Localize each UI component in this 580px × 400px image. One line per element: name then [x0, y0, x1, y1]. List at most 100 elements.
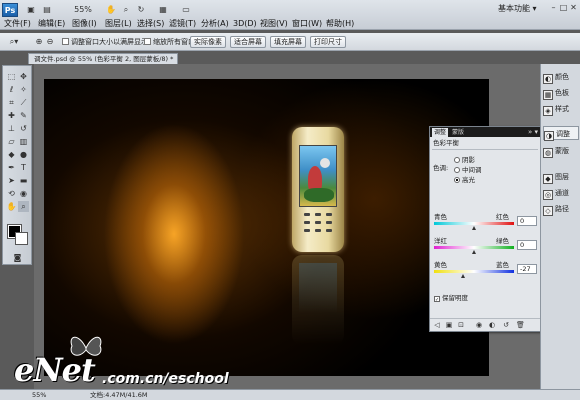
- crop-tool-icon[interactable]: ⌗: [6, 97, 17, 108]
- move-tool-icon[interactable]: ✥: [18, 71, 29, 82]
- tone-label: 色调:: [433, 164, 449, 172]
- eyedropper-icon[interactable]: ⟋: [18, 97, 29, 108]
- tab-masks[interactable]: 蒙版: [450, 128, 466, 137]
- zoom-out-icon[interactable]: ⊖: [45, 35, 55, 49]
- healing-brush-icon[interactable]: ✚: [6, 110, 17, 121]
- cyan-red-slider-thumb[interactable]: [472, 226, 476, 230]
- resize-windows-checkbox[interactable]: 调整窗口大小以满屏显示: [62, 37, 148, 47]
- path-selection-icon[interactable]: ➤: [6, 175, 17, 186]
- tone-highlights-radio[interactable]: 高光: [454, 176, 475, 185]
- marquee-tool-icon[interactable]: ⬚: [6, 71, 17, 82]
- dock-label: 图层: [555, 173, 569, 181]
- view-previous-state-icon[interactable]: ◐: [488, 321, 496, 329]
- menu-layer[interactable]: 图层(L): [105, 18, 132, 30]
- document-tab[interactable]: 调文件.psd @ 55% (色彩平衡 2, 图层蒙板/8) *: [28, 53, 178, 64]
- 3d-rotate-icon[interactable]: ⟲: [6, 188, 17, 199]
- magenta-green-slider-thumb[interactable]: [472, 250, 476, 254]
- zoom-all-windows-checkbox[interactable]: 缩放所有窗口: [144, 37, 195, 47]
- panel-collapse-icon[interactable]: » ▾: [528, 127, 538, 137]
- menu-3d[interactable]: 3D(D): [233, 18, 257, 30]
- dock-adjustments[interactable]: ◑ 调整: [543, 126, 579, 141]
- menu-help[interactable]: 帮助(H): [326, 18, 354, 30]
- screen-moon: [320, 158, 330, 168]
- zoom-in-icon[interactable]: ⊕: [34, 35, 44, 49]
- workspace-label: 基本功能: [498, 4, 530, 13]
- lasso-tool-icon[interactable]: ℓ: [6, 84, 17, 95]
- zoom-level-display[interactable]: 55%: [70, 3, 96, 17]
- dock-swatches[interactable]: ▦ 色板: [543, 86, 579, 100]
- tone-midtones-radio[interactable]: 中间调: [454, 166, 482, 175]
- dock-channels[interactable]: ◎ 通道: [543, 186, 579, 200]
- yellow-blue-slider-thumb[interactable]: [461, 274, 465, 278]
- pen-tool-icon[interactable]: ✒: [6, 162, 17, 173]
- background-color-swatch[interactable]: [15, 232, 28, 245]
- resize-windows-label: 调整窗口大小以满屏显示: [71, 38, 148, 46]
- dock-color[interactable]: ◐ 颜色: [543, 70, 579, 84]
- magenta-green-slider[interactable]: [434, 246, 514, 249]
- dock-layers[interactable]: ◆ 图层: [543, 170, 579, 184]
- menu-analysis[interactable]: 分析(A): [201, 18, 229, 30]
- history-brush-icon[interactable]: ↺: [18, 123, 29, 134]
- blur-tool-icon[interactable]: ◆: [6, 149, 17, 160]
- eraser-tool-icon[interactable]: ▱: [6, 136, 17, 147]
- dock-masks[interactable]: ◍ 蒙版: [543, 144, 579, 158]
- visibility-eye-icon[interactable]: ◉: [475, 321, 483, 329]
- tab-adjustments[interactable]: 调整: [432, 128, 449, 137]
- clip-to-layer-icon[interactable]: ⊡: [457, 321, 465, 329]
- options-bar: ⌕▾ ⊕ ⊖ 调整窗口大小以满屏显示 缩放所有窗口 实际像素 适合屏幕 填充屏幕…: [0, 33, 580, 51]
- blue-label: 蓝色: [496, 261, 509, 269]
- zoom-tool-icon[interactable]: ⌕: [18, 201, 29, 212]
- magic-wand-icon[interactable]: ✧: [18, 84, 29, 95]
- hand-tool-icon[interactable]: ✋: [6, 201, 17, 212]
- menu-image[interactable]: 图像(I): [72, 18, 97, 30]
- close-icon[interactable]: ✕: [568, 2, 579, 13]
- actual-pixels-button[interactable]: 实际像素: [190, 36, 226, 48]
- dock-styles[interactable]: ◈ 样式: [543, 102, 579, 116]
- yellow-blue-value[interactable]: -27: [517, 264, 537, 274]
- clone-stamp-icon[interactable]: ⊥: [6, 123, 17, 134]
- radio-circle-selected: [454, 177, 460, 183]
- shape-tool-icon[interactable]: ▬: [18, 175, 29, 186]
- 3d-camera-icon[interactable]: ◉: [18, 188, 29, 199]
- menu-edit[interactable]: 编辑(E): [38, 18, 65, 30]
- cyan-red-slider[interactable]: [434, 222, 514, 225]
- dodge-tool-icon[interactable]: ●: [18, 149, 29, 160]
- menu-select[interactable]: 选择(S): [137, 18, 164, 30]
- arrange-documents-icon[interactable]: ▦: [155, 3, 171, 17]
- reset-icon[interactable]: ↺: [502, 321, 510, 329]
- delete-adjustment-icon[interactable]: 🗑: [516, 321, 525, 329]
- hand-tool-icon[interactable]: ✋: [105, 3, 117, 17]
- workspace-switcher[interactable]: 基本功能 ▾: [498, 3, 537, 15]
- zoom-tool-preset-icon[interactable]: ⌕▾: [6, 35, 22, 49]
- styles-panel-icon: ◈: [543, 106, 553, 116]
- zoom-tool-icon[interactable]: ⌕: [120, 3, 132, 17]
- gradient-tool-icon[interactable]: ▥: [18, 136, 29, 147]
- brush-tool-icon[interactable]: ✎: [18, 110, 29, 121]
- menu-view[interactable]: 视图(V): [260, 18, 288, 30]
- checkbox-checked: ✓: [434, 296, 440, 303]
- preserve-luminosity-checkbox[interactable]: ✓ 保留明度: [434, 294, 468, 303]
- adjustments-panel-icon: ◑: [544, 131, 554, 141]
- bridge-icon[interactable]: ▣: [24, 3, 38, 17]
- mobile-phone-image: [292, 127, 344, 252]
- fill-screen-button[interactable]: 填充屏幕: [270, 36, 306, 48]
- magenta-green-value[interactable]: 0: [517, 240, 537, 250]
- mini-bridge-icon[interactable]: ▤: [40, 3, 54, 17]
- yellow-blue-slider[interactable]: [434, 270, 514, 273]
- magenta-label: 洋红: [434, 237, 447, 245]
- dock-paths[interactable]: ◇ 路径: [543, 202, 579, 216]
- rotate-view-icon[interactable]: ↻: [135, 3, 147, 17]
- expanded-view-icon[interactable]: ▣: [445, 321, 453, 329]
- menu-window[interactable]: 窗口(W): [292, 18, 322, 30]
- return-to-list-icon[interactable]: ◁: [433, 321, 441, 329]
- menu-file[interactable]: 文件(F): [4, 18, 31, 30]
- menu-filter[interactable]: 滤镜(T): [169, 18, 196, 30]
- quick-mask-icon[interactable]: ◙: [12, 252, 23, 263]
- fit-screen-button[interactable]: 适合屏幕: [230, 36, 266, 48]
- cyan-red-value[interactable]: 0: [517, 216, 537, 226]
- toolbox: ⬚ ✥ ℓ ✧ ⌗ ⟋ ✚ ✎ ⊥ ↺ ▱ ▥ ◆ ● ✒ T ➤ ▬ ⟲ ◉ …: [2, 65, 32, 265]
- screen-mode-icon[interactable]: ▭: [178, 3, 194, 17]
- tone-shadows-radio[interactable]: 阴影: [454, 156, 475, 165]
- type-tool-icon[interactable]: T: [18, 162, 29, 173]
- print-size-button[interactable]: 打印尺寸: [310, 36, 346, 48]
